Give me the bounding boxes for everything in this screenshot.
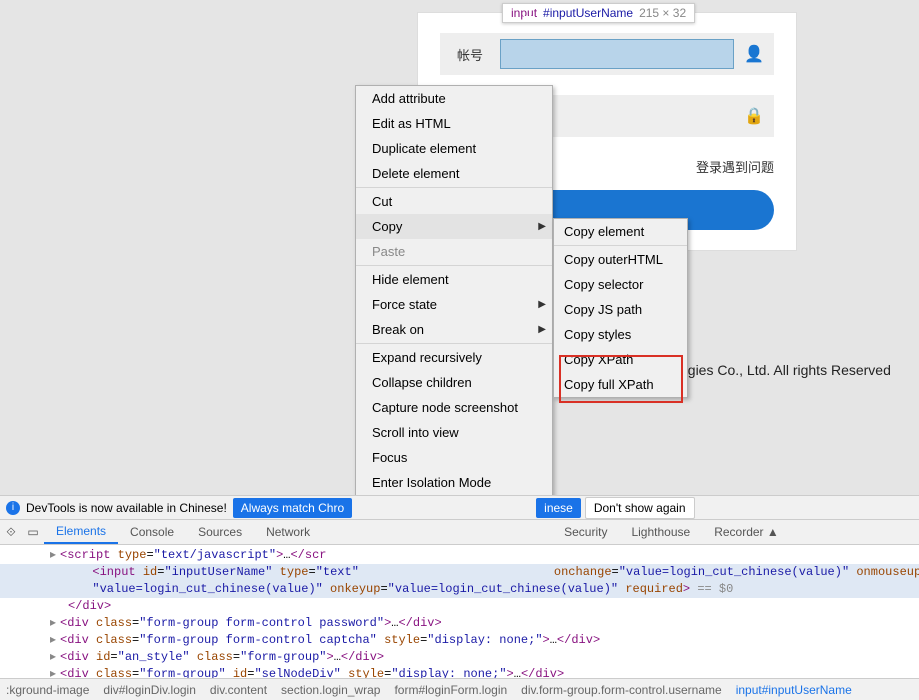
annotation-highlight [559, 355, 683, 403]
tab-recorder[interactable]: Recorder ▲ [702, 520, 791, 544]
ctx-paste: Paste [356, 239, 552, 264]
ctx-edit-html[interactable]: Edit as HTML [356, 111, 552, 136]
ctx-delete[interactable]: Delete element [356, 161, 552, 186]
ctx-separator [554, 245, 687, 246]
username-row: 帐号 👤 [440, 33, 774, 75]
devtools-tab-bar: ⟐ ▭ Elements Console Sources Network Sec… [0, 519, 919, 545]
crumb[interactable]: div#loginDiv.login [103, 683, 196, 697]
ctx-force-state[interactable]: Force state ▶ [356, 292, 552, 317]
tab-security[interactable]: Security [552, 520, 619, 544]
dont-show-again-button[interactable]: Don't show again [585, 497, 695, 519]
tab-lighthouse[interactable]: Lighthouse [619, 520, 702, 544]
ctx-duplicate[interactable]: Duplicate element [356, 136, 552, 161]
tooltip-dims: 215 × 32 [639, 6, 686, 20]
chevron-right-icon: ▶ [538, 221, 546, 232]
chevron-right-icon: ▶ [538, 299, 546, 310]
dom-line[interactable]: ▸<div class="form-group form-control pas… [0, 615, 919, 632]
dom-line[interactable]: ▸<script type="text/javascript">…</scr [0, 547, 919, 564]
crumb-active[interactable]: input#inputUserName [736, 683, 852, 697]
ctx-separator [356, 265, 552, 266]
crumb[interactable]: section.login_wrap [281, 683, 380, 697]
device-icon[interactable]: ▭ [22, 525, 44, 539]
dom-tree-panel[interactable]: ▸<script type="text/javascript">…</scr <… [0, 545, 919, 685]
crumb[interactable]: form#loginForm.login [394, 683, 507, 697]
context-menu: Add attribute Edit as HTML Duplicate ele… [355, 85, 553, 549]
ctx-capture-screenshot[interactable]: Capture node screenshot [356, 395, 552, 420]
crumb[interactable]: div.form-group.form-control.username [521, 683, 722, 697]
user-icon: 👤 [744, 44, 764, 64]
tab-network[interactable]: Network [254, 520, 322, 544]
ctx-break-on[interactable]: Break on ▶ [356, 317, 552, 342]
sub-copy-selector[interactable]: Copy selector [554, 272, 687, 297]
ctx-hide[interactable]: Hide element [356, 267, 552, 292]
ctx-add-attribute[interactable]: Add attribute [356, 86, 552, 111]
dom-line-selected[interactable]: "value=login_cut_chinese(value)" onkeyup… [0, 581, 919, 598]
ctx-separator [356, 343, 552, 344]
ctx-expand[interactable]: Expand recursively [356, 345, 552, 370]
ctx-copy[interactable]: Copy ▶ [356, 214, 552, 239]
crumb[interactable]: :kground-image [6, 683, 89, 697]
ctx-scroll-into-view[interactable]: Scroll into view [356, 420, 552, 445]
ctx-force-label: Force state [372, 297, 437, 312]
dom-line[interactable]: ▸<div id="an_style" class="form-group">…… [0, 649, 919, 666]
always-match-button[interactable]: Always match Chro [233, 498, 352, 518]
ctx-collapse[interactable]: Collapse children [356, 370, 552, 395]
sub-copy-element[interactable]: Copy element [554, 219, 687, 244]
username-label: 帐号 [440, 45, 500, 64]
tab-elements[interactable]: Elements [44, 520, 118, 544]
info-icon: i [6, 501, 20, 515]
dom-line[interactable]: </div> [0, 598, 919, 615]
footer-copyright: ogies Co., Ltd. All rights Reserved [680, 362, 891, 378]
element-tooltip: input #inputUserName 215 × 32 [502, 3, 695, 23]
dom-breadcrumbs: :kground-image div#loginDiv.login div.co… [0, 678, 919, 700]
tab-gap [322, 520, 552, 544]
chevron-right-icon: ▶ [538, 324, 546, 335]
dom-line-selected[interactable]: <input id="inputUserName" type="text"onc… [0, 564, 919, 581]
dom-line[interactable]: ▸<div class="form-group form-control cap… [0, 632, 919, 649]
lock-icon: 🔒 [744, 106, 764, 126]
sub-copy-js-path[interactable]: Copy JS path [554, 297, 687, 322]
username-input[interactable] [500, 39, 734, 69]
tooltip-tag: input [511, 6, 537, 20]
tab-console[interactable]: Console [118, 520, 186, 544]
info-message: DevTools is now available in Chinese! [26, 501, 227, 515]
ctx-break-label: Break on [372, 322, 424, 337]
sub-copy-outerhtml[interactable]: Copy outerHTML [554, 247, 687, 272]
tooltip-id: #inputUserName [543, 6, 633, 20]
ctx-isolation[interactable]: Enter Isolation Mode [356, 470, 552, 495]
ctx-copy-label: Copy [372, 219, 402, 234]
tab-sources[interactable]: Sources [186, 520, 254, 544]
sub-copy-styles[interactable]: Copy styles [554, 322, 687, 347]
ctx-focus[interactable]: Focus [356, 445, 552, 470]
crumb[interactable]: div.content [210, 683, 267, 697]
ctx-cut[interactable]: Cut [356, 189, 552, 214]
devtools-info-bar: i DevTools is now available in Chinese! … [0, 495, 919, 519]
inspect-icon[interactable]: ⟐ [0, 525, 22, 540]
ctx-separator [356, 187, 552, 188]
switch-language-button[interactable]: inese [536, 498, 581, 518]
